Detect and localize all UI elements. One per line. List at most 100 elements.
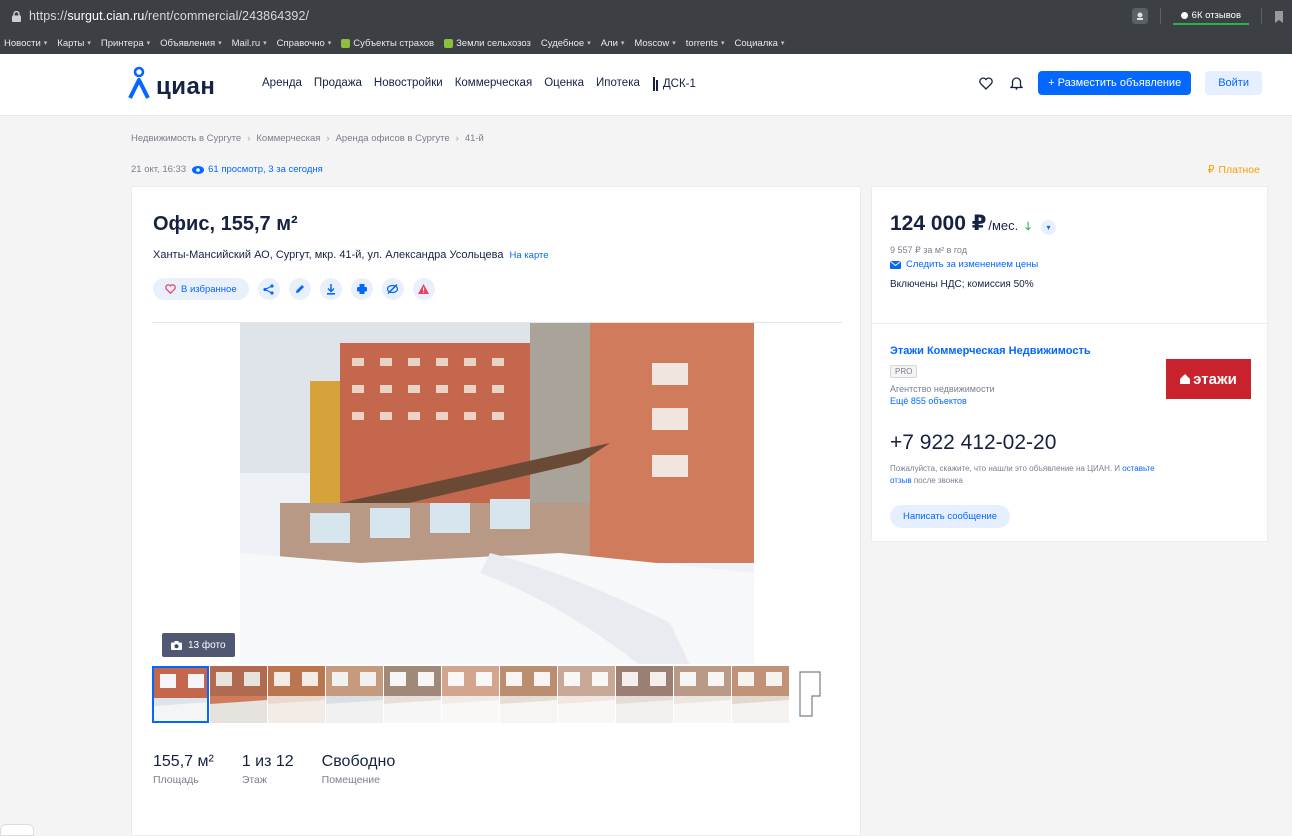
nav-mortgage[interactable]: Ипотека — [596, 77, 640, 91]
scroll-widget[interactable] — [0, 824, 34, 836]
chevron-down-icon: ▾ — [218, 40, 222, 47]
photo-thumbnail[interactable] — [210, 666, 267, 723]
post-ad-button[interactable]: + Разместить объявление — [1038, 71, 1192, 95]
print-button[interactable] — [350, 278, 373, 300]
bookmark-item[interactable]: Субъекты страхов — [341, 38, 434, 49]
bookmark-label: Али — [600, 37, 618, 49]
breadcrumb-item[interactable]: Недвижимость в Сургуте — [131, 133, 241, 144]
phone-note-text: Пожалуйста, скажите, что нашли это объяв… — [890, 464, 1123, 473]
message-button[interactable]: Написать сообщение — [890, 505, 1011, 528]
price-agent-card: 124 000 ₽/мес. 🡓 ▾ 9 557 ₽ за м² в год С… — [871, 186, 1268, 542]
bookmark-icon[interactable] — [1274, 10, 1284, 23]
url-field[interactable]: https://surgut.cian.ru/rent/commercial/2… — [29, 9, 309, 23]
price-value: 124 000 ₽ — [890, 212, 987, 235]
nav-valuation[interactable]: Оценка — [544, 77, 584, 91]
reviews-badge[interactable]: 6К отзывов — [1172, 8, 1249, 25]
agency-logo[interactable]: этажи — [1166, 359, 1251, 399]
browser-address-bar: https://surgut.cian.ru/rent/commercial/2… — [0, 0, 1292, 32]
bell-icon[interactable] — [1008, 75, 1024, 91]
nav-dsk[interactable]: ДСК-1 — [652, 77, 696, 91]
bookmark-item[interactable]: Али ▾ — [601, 38, 625, 49]
photo-thumbnail[interactable] — [326, 666, 383, 723]
photo-thumbnail[interactable] — [616, 666, 673, 723]
bookmark-label: Справочно — [276, 37, 325, 49]
bookmark-item[interactable]: Mail.ru ▾ — [232, 38, 267, 49]
chevron-down-icon: ▾ — [327, 40, 332, 47]
bookmark-item[interactable]: Справочно ▾ — [277, 38, 332, 49]
stat-value: Свободно — [321, 753, 396, 770]
photo-thumbnail[interactable] — [732, 666, 789, 723]
share-icon — [263, 283, 274, 295]
mail-icon — [890, 260, 901, 269]
breadcrumb-item[interactable]: Аренда офисов в Сургуте — [336, 133, 450, 144]
photo-thumbnail[interactable] — [500, 666, 557, 723]
extension-icon[interactable] — [1131, 8, 1148, 24]
views-count[interactable]: 61 просмотр, 3 за сегодня — [192, 164, 323, 175]
price-unit: /мес. — [988, 218, 1019, 233]
photo-thumbnail[interactable] — [790, 666, 842, 723]
photo-thumbnail[interactable] — [268, 666, 325, 723]
stat-value: 155,7 м² — [153, 753, 214, 770]
stat-label: Помещение — [321, 774, 380, 786]
views-label: 61 просмотр, 3 за сегодня — [208, 164, 323, 175]
phone-note: Пожалуйста, скажите, что нашли это объяв… — [890, 463, 1160, 487]
map-link[interactable]: На карте — [510, 250, 549, 261]
nav-new-buildings[interactable]: Новостройки — [374, 77, 443, 91]
share-button[interactable] — [257, 278, 280, 300]
agent-name[interactable]: Этажи Коммерческая Недвижимость — [890, 345, 1150, 357]
photo-gallery[interactable]: 13 фото — [152, 322, 842, 664]
complain-button[interactable] — [412, 278, 435, 300]
logo-mark-icon — [128, 66, 150, 99]
nav-commercial[interactable]: Коммерческая — [455, 77, 533, 91]
logo-text: циан — [156, 73, 216, 100]
photo-thumbnail[interactable] — [384, 666, 441, 723]
nav-sale[interactable]: Продажа — [314, 77, 362, 91]
breadcrumb-item[interactable]: 41-й — [465, 133, 484, 144]
bookmark-item[interactable]: torrents ▾ — [686, 38, 725, 49]
edit-button[interactable] — [288, 278, 311, 300]
agent-info: Этажи Коммерческая Недвижимость PRO Аген… — [890, 345, 1150, 406]
chevron-down-icon: ▾ — [587, 40, 591, 47]
login-button[interactable]: Войти — [1205, 71, 1262, 95]
bookmark-item[interactable]: Moscow ▾ — [634, 38, 675, 49]
nav-rent[interactable]: Аренда — [262, 77, 302, 91]
download-button[interactable] — [319, 278, 342, 300]
separator — [1261, 8, 1262, 24]
breadcrumb-separator: › — [326, 133, 330, 144]
photo-count-badge[interactable]: 13 фото — [162, 633, 235, 657]
photo-thumbnail[interactable] — [152, 666, 209, 723]
agent-type: Агентство недвижимости — [890, 384, 995, 394]
bookmark-label: torrents — [685, 37, 718, 49]
site-favicon-icon — [444, 38, 454, 48]
thumbnail-strip — [152, 666, 842, 724]
heart-icon[interactable] — [978, 75, 994, 91]
bookmark-item[interactable]: Объявления ▾ — [160, 38, 221, 49]
stat-area: 155,7 м² Площадь — [153, 753, 214, 786]
bookmark-item[interactable]: Социалка ▾ — [735, 38, 785, 49]
bookmark-item[interactable]: Принтера ▾ — [101, 38, 150, 49]
bookmark-label: Судебное — [540, 37, 585, 49]
bookmark-item[interactable]: Земли сельхозоз — [444, 38, 531, 49]
main-photo[interactable] — [240, 323, 754, 664]
bookmark-label: Mail.ru — [231, 37, 261, 49]
price-terms: Включены НДС; комиссия 50% — [890, 279, 1034, 290]
follow-price-link[interactable]: Следить за изменением цены — [890, 259, 1056, 270]
bookmark-item[interactable]: Карты ▾ — [57, 38, 91, 49]
phone-number[interactable]: +7 922 412-02-20 — [890, 431, 1056, 455]
photo-thumbnail[interactable] — [674, 666, 731, 723]
ruble-icon: ₽ — [1207, 164, 1215, 176]
photo-thumbnail[interactable] — [442, 666, 499, 723]
agent-more-link[interactable]: Ещё 855 объектов — [890, 396, 1150, 406]
listing-meta: 21 окт, 16:33 61 просмотр, 3 за сегодня — [131, 164, 323, 175]
bookmark-label: Принтера — [100, 37, 144, 49]
hide-button[interactable] — [381, 278, 404, 300]
bookmark-item[interactable]: Судебное ▾ — [541, 38, 591, 49]
favorite-button[interactable]: В избранное — [153, 278, 249, 300]
nav-dsk-label: ДСК-1 — [662, 78, 696, 90]
eye-icon — [192, 165, 205, 174]
bookmark-item[interactable]: Новости ▾ — [4, 38, 47, 49]
photo-thumbnail[interactable] — [558, 666, 615, 723]
breadcrumb-item[interactable]: Коммерческая — [256, 133, 320, 144]
price-history-toggle[interactable]: ▾ — [1041, 220, 1056, 235]
cian-logo[interactable]: циан — [128, 64, 215, 100]
